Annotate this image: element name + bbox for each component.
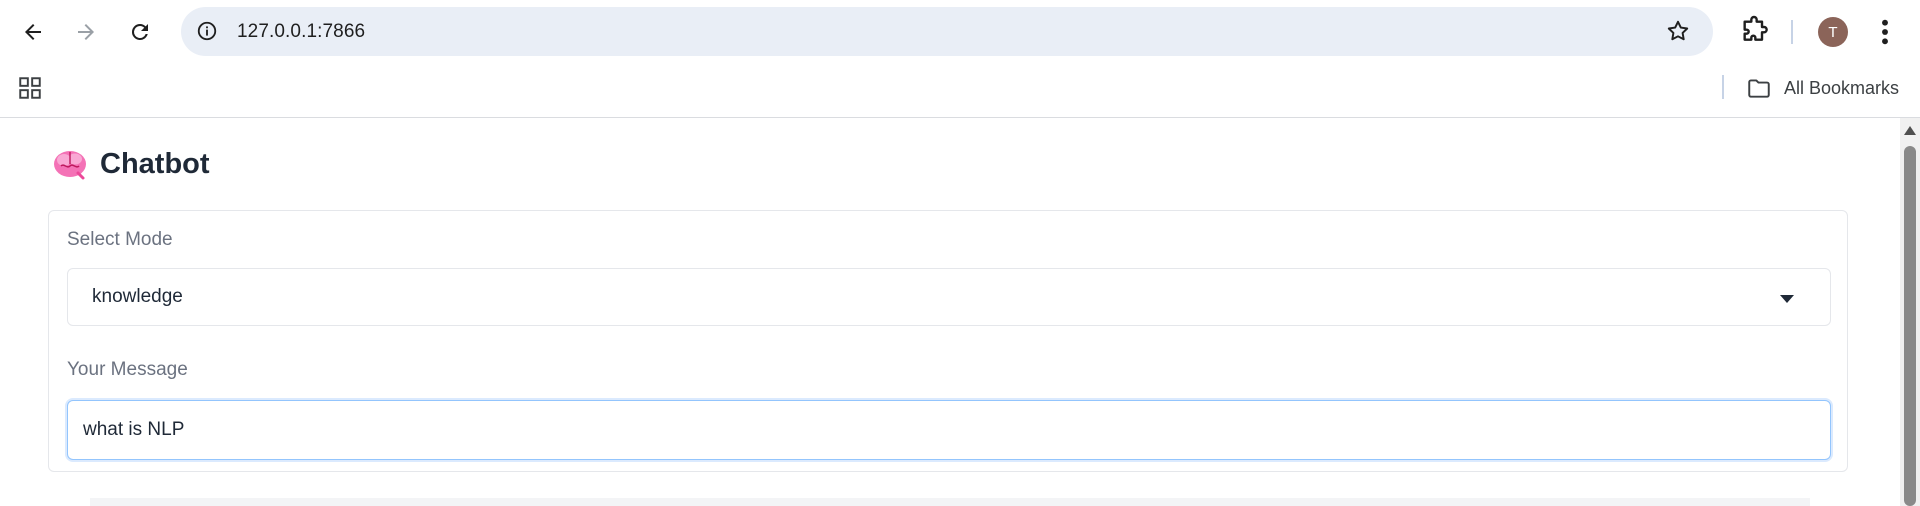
chevron-down-icon bbox=[1780, 295, 1794, 303]
back-button[interactable] bbox=[13, 12, 53, 52]
bookmarks-separator bbox=[1722, 75, 1724, 99]
apps-grid-icon[interactable] bbox=[17, 75, 43, 101]
bookmark-star-icon[interactable] bbox=[1665, 18, 1691, 44]
kebab-menu-icon[interactable] bbox=[1874, 16, 1896, 48]
folder-icon bbox=[1748, 79, 1770, 98]
url-text[interactable]: 127.0.0.1:7866 bbox=[237, 21, 365, 43]
site-info-icon[interactable] bbox=[195, 19, 219, 43]
bookmarks-bar: All Bookmarks bbox=[0, 63, 1920, 118]
browser-toolbar: 127.0.0.1:7866 T bbox=[0, 0, 1920, 63]
page-title: Chatbot bbox=[100, 147, 210, 180]
message-label: Your Message bbox=[67, 359, 188, 380]
app-header: Chatbot bbox=[52, 146, 210, 182]
page-content: Chatbot Select Mode knowledge Your Messa… bbox=[0, 118, 1900, 506]
reload-button[interactable] bbox=[120, 12, 160, 52]
page-scrollbar[interactable] bbox=[1900, 118, 1920, 506]
avatar-initial: T bbox=[1828, 23, 1838, 41]
extensions-icon[interactable] bbox=[1738, 15, 1770, 47]
profile-avatar[interactable]: T bbox=[1818, 17, 1848, 47]
chat-form-panel: Select Mode knowledge Your Message bbox=[48, 210, 1848, 472]
forward-arrow-icon bbox=[78, 24, 94, 40]
back-arrow-icon bbox=[25, 24, 41, 40]
brain-icon bbox=[54, 151, 86, 180]
address-bar[interactable]: 127.0.0.1:7866 bbox=[181, 7, 1713, 56]
reload-icon bbox=[131, 23, 148, 40]
toolbar-separator bbox=[1791, 20, 1793, 44]
all-bookmarks-label: All Bookmarks bbox=[1784, 77, 1900, 98]
scrollbar-thumb[interactable] bbox=[1904, 146, 1916, 506]
next-section-edge bbox=[90, 498, 1810, 506]
all-bookmarks-button[interactable]: All Bookmarks bbox=[1746, 74, 1899, 102]
mode-selected-value: knowledge bbox=[92, 286, 183, 307]
forward-button[interactable] bbox=[66, 12, 106, 52]
scroll-up-arrow-icon[interactable] bbox=[1904, 126, 1916, 135]
mode-dropdown[interactable]: knowledge bbox=[67, 268, 1831, 326]
message-input[interactable] bbox=[67, 400, 1831, 460]
mode-label: Select Mode bbox=[67, 229, 173, 250]
